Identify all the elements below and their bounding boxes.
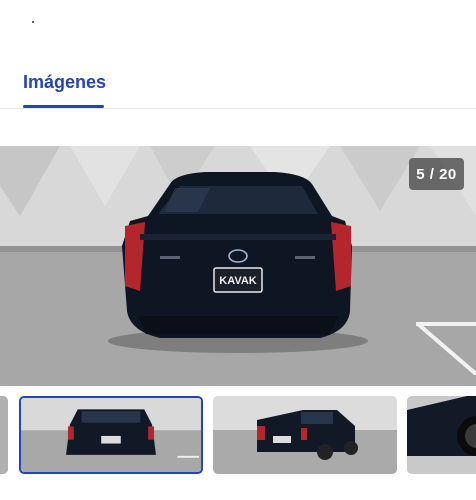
tab-active-indicator bbox=[23, 105, 104, 108]
thumbnail-strip bbox=[0, 396, 476, 476]
main-car-image[interactable]: KAVAK 5 / 20 bbox=[0, 146, 476, 386]
thumbnail-6[interactable] bbox=[213, 396, 397, 474]
status-dot bbox=[32, 21, 34, 23]
tab-images[interactable]: Imágenes bbox=[23, 72, 106, 93]
thumbnail-7[interactable] bbox=[407, 396, 476, 474]
thumbnail-5[interactable] bbox=[19, 396, 203, 474]
car-rear-photo: KAVAK bbox=[0, 146, 476, 386]
image-counter: 5 / 20 bbox=[409, 158, 464, 190]
plate-text: KAVAK bbox=[219, 275, 257, 287]
thumbnail-4[interactable] bbox=[0, 396, 8, 474]
tab-bar: Imágenes bbox=[0, 60, 476, 109]
